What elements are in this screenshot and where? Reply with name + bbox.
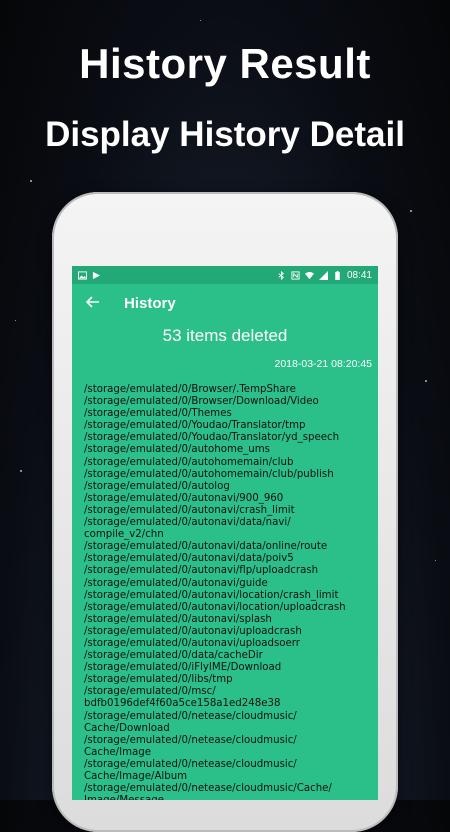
list-item: Cache/Download — [84, 722, 170, 734]
list-item: /storage/emulated/0/msc/ — [84, 686, 216, 698]
battery-icon — [335, 270, 340, 280]
list-item: Image/Message — [84, 795, 378, 800]
list-item: /storage/emulated/0/netease/cloudmusic/C… — [84, 783, 332, 795]
list-item: /storage/emulated/0/Themes — [84, 408, 232, 420]
promo-subtitle: Display History Detail — [45, 115, 405, 154]
list-item: bdfb0196def4f60a5ce158a1ed248e38 — [84, 698, 281, 710]
list-item: /storage/emulated/0/Youdao/Translator/tm… — [84, 420, 306, 432]
status-time: 08:41 — [346, 269, 372, 281]
list-item: /storage/emulated/0/autonavi/splash — [84, 613, 272, 625]
history-timestamp: 2018-03-21 08:20:45 — [274, 358, 373, 370]
list-item: /storage/emulated/0/iFlyIME/Download — [84, 662, 282, 674]
list-item: /storage/emulated/0/autonavi/flp/uploadc… — [84, 565, 319, 577]
star — [30, 180, 32, 182]
star — [200, 20, 201, 21]
wifi-icon — [304, 271, 314, 279]
play-store-icon — [92, 271, 101, 279]
list-item: /storage/emulated/0/autohome_ums — [84, 444, 270, 456]
list-item: /storage/emulated/0/Browser/.TempShare — [84, 384, 296, 395]
list-item: /storage/emulated/0/autohomemain/club/pu… — [84, 468, 334, 480]
list-item: /storage/emulated/0/netease/cloudmusic/ — [84, 710, 297, 722]
arrow-left-icon[interactable] — [85, 293, 124, 313]
list-item: /storage/emulated/0/data/cacheDir — [84, 650, 263, 662]
list-item: /storage/emulated/0/autonavi/900_960 — [84, 492, 284, 504]
list-item: /storage/emulated/0/Browser/Download/Vid… — [84, 396, 319, 408]
star — [435, 560, 436, 561]
star — [20, 470, 22, 472]
list-item: /storage/emulated/0/netease/cloudmusic/ — [84, 734, 297, 746]
list-item: /storage/emulated/0/autonavi/guide — [84, 577, 268, 589]
deleted-count: 53 items deleted — [162, 326, 288, 345]
list-item: Cache/Image/Album — [84, 771, 188, 782]
status-bar: 08:41 — [72, 266, 378, 284]
list-item: compile_v2/chn — [84, 529, 164, 541]
star — [425, 380, 427, 382]
list-item: /storage/emulated/0/autohomemain/club — [84, 456, 294, 468]
list-item: /storage/emulated/0/autonavi/data/poiv5 — [84, 553, 294, 565]
list-item: /storage/emulated/0/Youdao/Translator/yd… — [84, 432, 340, 444]
list-item: /storage/emulated/0/autonavi/uploadcrash — [84, 625, 302, 637]
list-item: /storage/emulated/0/autonavi/uploadsoerr — [84, 637, 300, 649]
page-title: History — [124, 294, 176, 312]
path-list: /storage/emulated/0/Browser/.TempShare/s… — [72, 384, 378, 800]
list-item: /storage/emulated/0/autonavi/location/up… — [84, 601, 346, 613]
nfc-icon — [291, 270, 300, 280]
app-bar: History — [72, 284, 378, 322]
image-icon — [78, 270, 87, 280]
list-item: /storage/emulated/0/autolog — [84, 480, 230, 492]
list-item: /storage/emulated/0/netease/cloudmusic/ — [84, 758, 297, 770]
phone-screen: 08:41 History 53 items deleted 2018-03-2… — [72, 266, 378, 800]
bluetooth-icon — [278, 270, 284, 280]
star — [15, 320, 16, 321]
list-item: Cache/Image — [84, 746, 152, 758]
promo-title: History Result — [79, 40, 371, 87]
star — [410, 210, 412, 212]
list-item: /storage/emulated/0/autonavi/location/cr… — [84, 589, 339, 601]
list-item: /storage/emulated/0/libs/tmp — [84, 674, 233, 686]
list-item: /storage/emulated/0/autonavi/data/online… — [84, 541, 328, 553]
list-item: /storage/emulated/0/autonavi/data/navi/ — [84, 517, 291, 529]
list-item: /storage/emulated/0/autonavi/crash_limit — [84, 504, 295, 516]
signal-icon — [318, 270, 328, 280]
